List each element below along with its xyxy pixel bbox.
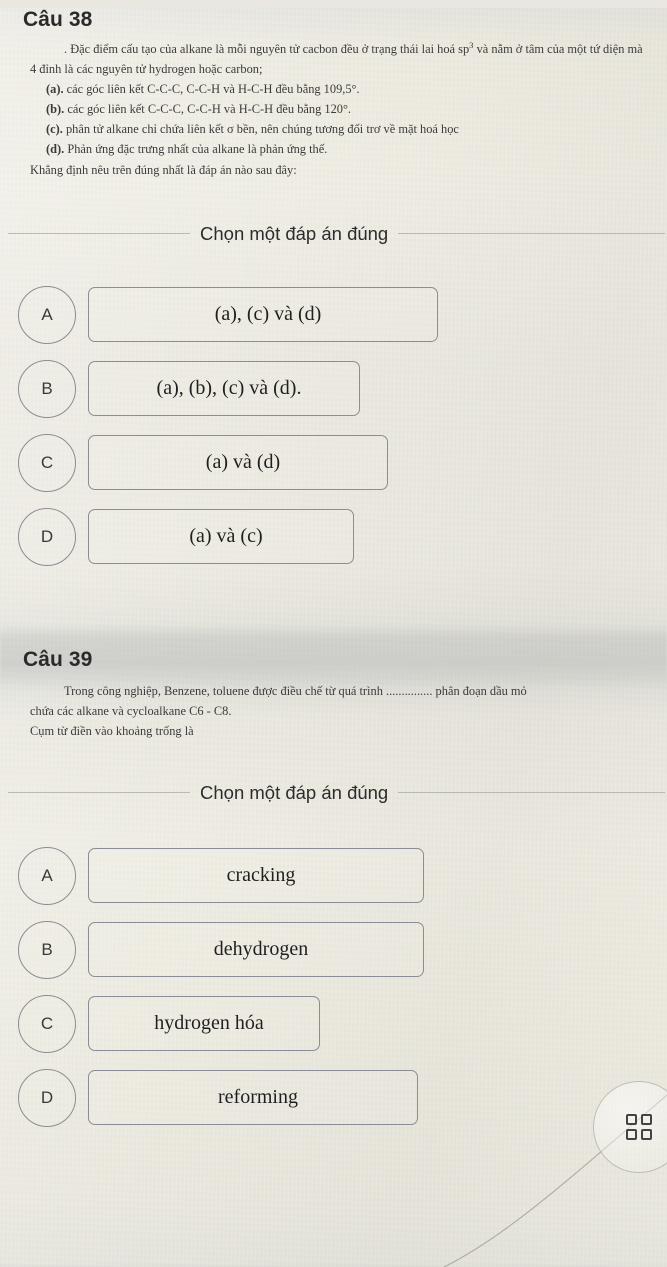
option-label-c: hydrogen hóa — [154, 1012, 264, 1035]
choose-answer-label-39: Chọn một đáp án đúng — [200, 781, 389, 803]
grid-cell-2 — [641, 1114, 652, 1125]
option-label-c: (a) và (d) — [205, 451, 281, 474]
option-letter-a[interactable]: A — [18, 846, 76, 905]
stem-line-c: (c). phân tử alkane chỉ chứa liên kết σ … — [30, 119, 649, 139]
options-list-39: A cracking B dehydrogen C hydrogen hóa D — [0, 846, 667, 1127]
stem-marker-a: (a). — [46, 82, 64, 97]
page-title-39: Câu 39 — [23, 647, 93, 671]
divider-right-39 — [398, 792, 665, 794]
page-title-38: Câu 38 — [23, 8, 93, 31]
choose-answer-header-39: Chọn một đáp án đúng — [0, 782, 667, 804]
grid-icon — [626, 1114, 652, 1140]
grid-cell-4 — [641, 1129, 652, 1140]
option-38-a[interactable]: A (a), (c) và (d) — [18, 285, 667, 344]
option-letter-c[interactable]: C — [18, 433, 76, 492]
option-label-a: cracking — [226, 864, 296, 887]
option-39-d[interactable]: D reforming — [18, 1068, 667, 1127]
stem-line-lead: . Đặc điểm cấu tạo của alkane là mỗi ngu… — [30, 39, 649, 79]
grid-cell-1 — [626, 1114, 637, 1125]
option-box-b[interactable]: dehydrogen — [88, 922, 424, 978]
options-list-38: A (a), (c) và (d) B (a), (b), (c) và (d)… — [0, 285, 667, 566]
option-label-d: (a) và (c) — [189, 525, 263, 548]
stem-line-d: (d). Phản ứng đặc trưng nhất của alkane … — [30, 139, 649, 159]
option-box-c[interactable]: hydrogen hóa — [88, 996, 320, 1052]
divider-left-38 — [8, 233, 190, 235]
divider-right-38 — [398, 233, 665, 235]
stem-39-line-1: Trong công nghiệp, Benzene, toluene được… — [64, 683, 527, 698]
option-label-b: (a), (b), (c) và (d). — [156, 377, 302, 400]
choose-answer-label-38: Chọn một đáp án đúng — [200, 222, 389, 244]
stem-marker-c: (c). — [46, 122, 63, 137]
option-38-c[interactable]: C (a) và (d) — [18, 433, 667, 492]
option-box-a[interactable]: cracking — [88, 848, 424, 904]
option-box-c[interactable]: (a) và (d) — [88, 435, 388, 491]
option-letter-d[interactable]: D — [18, 1068, 76, 1127]
stem-text-d: Phản ứng đặc trưng nhất của alkane là ph… — [64, 142, 328, 157]
question-block-38: Câu 38 . Đặc điểm cấu tạo của alkane là … — [0, 8, 667, 566]
stem-line-a: (a). các góc liên kết C-C-C, C-C-H và H-… — [30, 79, 649, 99]
stem-closing-38: Khẳng định nêu trên đúng nhất là đáp án … — [30, 162, 297, 177]
stem-39-line-2: chứa các alkane và cycloalkane C6 - C8. — [30, 703, 232, 718]
grid-cell-3 — [626, 1129, 637, 1140]
option-letter-b[interactable]: B — [18, 359, 76, 418]
option-39-b[interactable]: B dehydrogen — [18, 920, 667, 979]
question-block-39: Câu 39 Trong công nghiệp, Benzene, tolue… — [0, 648, 667, 1127]
stem-marker-b: (b). — [46, 102, 65, 117]
option-label-d: reforming — [218, 1086, 298, 1109]
option-box-b[interactable]: (a), (b), (c) và (d). — [88, 361, 360, 417]
option-label-b: dehydrogen — [213, 938, 309, 961]
option-39-a[interactable]: A cracking — [18, 846, 667, 905]
stem-line-b: (b). các góc liên kết C-C-C, C-C-H và H-… — [30, 99, 649, 119]
option-38-b[interactable]: B (a), (b), (c) và (d). — [18, 359, 667, 418]
stem-text-c: phân tử alkane chỉ chứa liên kết σ bền, … — [62, 122, 459, 137]
stem-text-b: các góc liên kết C-C-C, C-C-H và H-C-H đ… — [64, 102, 352, 117]
stem-39-line-3: Cụm từ điền vào khoảng trống là — [30, 723, 194, 738]
option-letter-b[interactable]: B — [18, 920, 76, 979]
option-39-c[interactable]: C hydrogen hóa — [18, 994, 667, 1053]
question-stem-39: Trong công nghiệp, Benzene, toluene được… — [0, 681, 667, 741]
stem-lead-text: . Đặc điểm cấu tạo của alkane là mỗi ngu… — [64, 42, 470, 56]
option-box-a[interactable]: (a), (c) và (d) — [88, 287, 438, 343]
choose-answer-header-38: Chọn một đáp án đúng — [0, 223, 667, 245]
stem-text-a: các góc liên kết C-C-C, C-C-H và H-C-H đ… — [63, 82, 360, 97]
option-box-d[interactable]: reforming — [88, 1070, 418, 1126]
divider-left-39 — [8, 792, 190, 794]
option-box-d[interactable]: (a) và (c) — [88, 509, 354, 565]
question-stem-38: . Đặc điểm cấu tạo của alkane là mỗi ngu… — [0, 39, 667, 180]
option-letter-c[interactable]: C — [18, 994, 76, 1053]
quiz-content: Câu 38 . Đặc điểm cấu tạo của alkane là … — [0, 8, 667, 1127]
option-letter-a[interactable]: A — [18, 285, 76, 344]
option-label-a: (a), (c) và (d) — [214, 303, 322, 326]
option-38-d[interactable]: D (a) và (c) — [18, 507, 667, 566]
stem-marker-d: (d). — [46, 142, 65, 157]
option-letter-d[interactable]: D — [18, 507, 76, 566]
